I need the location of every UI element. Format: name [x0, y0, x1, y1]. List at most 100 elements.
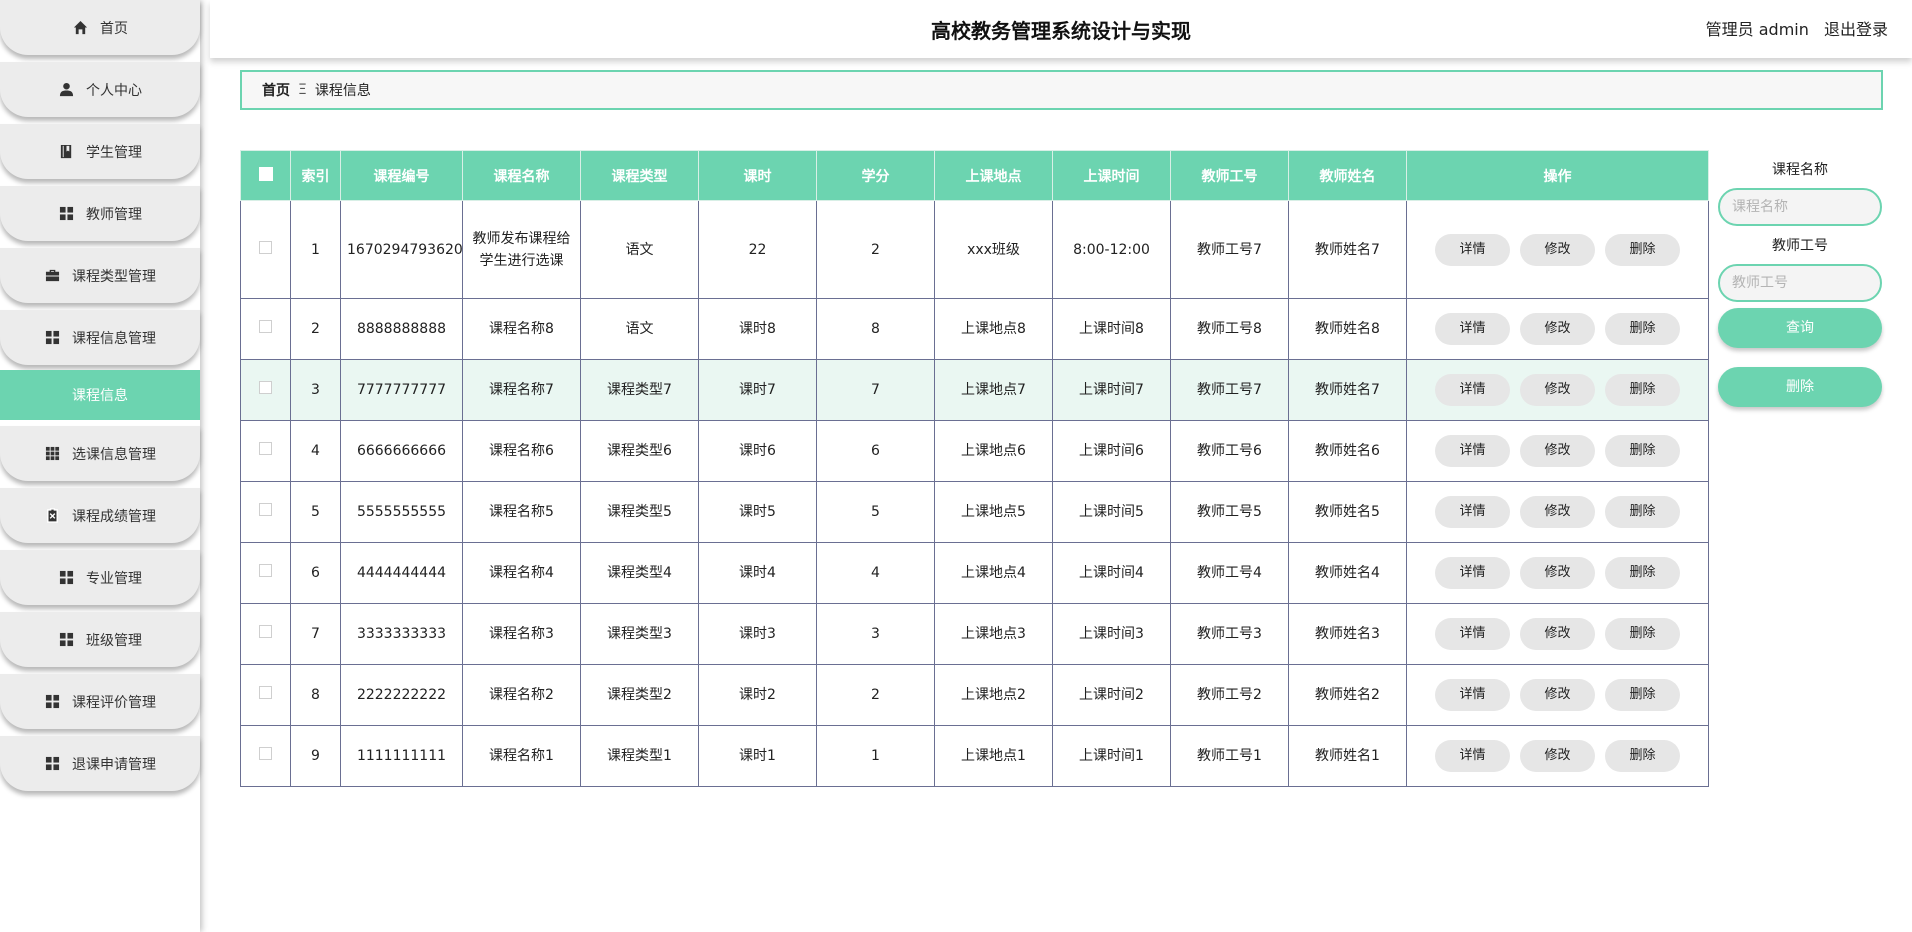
row-checkbox[interactable]: [259, 503, 272, 516]
row-select-cell[interactable]: [240, 664, 291, 726]
detail-button[interactable]: 详情: [1435, 233, 1510, 266]
sidebar-item-course-info[interactable]: 课程信息管理: [0, 310, 200, 365]
table-row[interactable]: 7 3333333333 课程名称3 课程类型3 课时3 3 上课地点3 上课时间3 教师工号3…: [240, 603, 1709, 665]
detail-button[interactable]: 详情: [1435, 557, 1510, 589]
course-type-cell: 课程类型3: [580, 603, 699, 665]
credits-cell: 2: [816, 200, 935, 299]
credits-cell: 8: [816, 298, 935, 360]
detail-button[interactable]: 详情: [1435, 618, 1510, 650]
detail-button[interactable]: 详情: [1435, 435, 1510, 467]
row-select-cell[interactable]: [240, 603, 291, 665]
sidebar-item-label: 课程评价管理: [72, 694, 156, 711]
detail-button[interactable]: 详情: [1435, 679, 1510, 711]
top-header: 高校教务管理系统设计与实现 管理员 admin 退出登录: [210, 0, 1912, 58]
table-row[interactable]: 8 2222222222 课程名称2 课程类型2 课时2 2 上课地点2 上课时间2 教师工号2…: [240, 664, 1709, 726]
row-select-cell[interactable]: [240, 725, 291, 787]
sidebar-item-classes[interactable]: 班级管理: [0, 612, 200, 667]
row-select-cell[interactable]: [240, 420, 291, 482]
time-cell: 上课时间1: [1052, 725, 1171, 787]
query-button[interactable]: 查询: [1718, 308, 1882, 348]
location-cell: 上课地点1: [934, 725, 1053, 787]
course-name-cell: 课程名称3: [462, 603, 581, 665]
table-row[interactable]: 3 7777777777 课程名称7 课程类型7 课时7 7 上课地点7 上课时间7 教师工号7…: [240, 359, 1709, 421]
row-select-cell[interactable]: [240, 359, 291, 421]
grid-icon: [44, 694, 60, 710]
edit-button[interactable]: 修改: [1520, 496, 1595, 528]
row-checkbox[interactable]: [259, 240, 272, 254]
sidebar-item-home[interactable]: 首页: [0, 0, 200, 55]
sidebar-item-teachers[interactable]: 教师管理: [0, 186, 200, 241]
sidebar-item-evaluations[interactable]: 课程评价管理: [0, 674, 200, 729]
edit-button[interactable]: 修改: [1520, 313, 1595, 345]
actions-cell: 详情 修改 删除: [1406, 359, 1709, 421]
sidebar-item-profile[interactable]: 个人中心: [0, 62, 200, 117]
sidebar-item-majors[interactable]: 专业管理: [0, 550, 200, 605]
table-row[interactable]: 9 1111111111 课程名称1 课程类型1 课时1 1 上课地点1 上课时间1 教师工号1…: [240, 725, 1709, 787]
row-checkbox[interactable]: [259, 564, 272, 577]
actions-cell: 详情 修改 删除: [1406, 420, 1709, 482]
course-name-input[interactable]: [1718, 188, 1882, 226]
edit-button[interactable]: 修改: [1520, 233, 1595, 266]
teacher-id-cell: 教师工号6: [1170, 420, 1289, 482]
table-header-row: 索引 课程编号 课程名称 课程类型 课时 学分 上课地点 上课时间 教师工号 教…: [240, 150, 1709, 201]
sidebar-item-withdrawals[interactable]: 退课申请管理: [0, 736, 200, 791]
table-row[interactable]: 1 1670294793620 教师发布课程给学生进行选课 语文 22 2 xxx班级 8:0…: [240, 200, 1709, 299]
sidebar-item-course-types[interactable]: 课程类型管理: [0, 248, 200, 303]
delete-button[interactable]: 删除: [1605, 557, 1680, 589]
detail-button[interactable]: 详情: [1435, 740, 1510, 772]
delete-button[interactable]: 删除: [1605, 496, 1680, 528]
course-id-cell: 8888888888: [340, 298, 463, 360]
course-id-cell: 1111111111: [340, 725, 463, 787]
batch-delete-button[interactable]: 删除: [1718, 367, 1882, 407]
delete-button[interactable]: 删除: [1605, 374, 1680, 406]
detail-button[interactable]: 详情: [1435, 313, 1510, 345]
edit-button[interactable]: 修改: [1520, 740, 1595, 772]
row-select-cell[interactable]: [240, 481, 291, 543]
table-row[interactable]: 6 4444444444 课程名称4 课程类型4 课时4 4 上课地点4 上课时间4 教师工号4…: [240, 542, 1709, 604]
delete-button[interactable]: 删除: [1605, 618, 1680, 650]
row-checkbox[interactable]: [259, 747, 272, 760]
select-all-checkbox[interactable]: [258, 166, 273, 181]
row-checkbox[interactable]: [259, 686, 272, 699]
hours-cell: 课时6: [698, 420, 817, 482]
sidebar-item-students[interactable]: 学生管理: [0, 124, 200, 179]
detail-button[interactable]: 详情: [1435, 496, 1510, 528]
location-cell: 上课地点5: [934, 481, 1053, 543]
delete-button[interactable]: 删除: [1605, 679, 1680, 711]
row-checkbox[interactable]: [259, 625, 272, 638]
delete-button[interactable]: 删除: [1605, 435, 1680, 467]
edit-button[interactable]: 修改: [1520, 557, 1595, 589]
course-name-cell: 课程名称1: [462, 725, 581, 787]
teacher-id-label: 教师工号: [1772, 238, 1828, 254]
breadcrumb-home[interactable]: 首页: [262, 80, 290, 100]
sidebar-item-course-selection[interactable]: 选课信息管理: [0, 426, 200, 481]
delete-button[interactable]: 删除: [1605, 233, 1680, 266]
logout-link[interactable]: 退出登录: [1824, 20, 1888, 39]
row-select-cell[interactable]: [240, 200, 291, 299]
select-all-cell[interactable]: [240, 150, 291, 201]
credits-cell: 2: [816, 664, 935, 726]
delete-button[interactable]: 删除: [1605, 313, 1680, 345]
table-row[interactable]: 4 6666666666 课程名称6 课程类型6 课时6 6 上课地点6 上课时间6 教师工号6…: [240, 420, 1709, 482]
teacher-name-cell: 教师姓名8: [1288, 298, 1407, 360]
index-cell: 9: [290, 725, 341, 787]
course-id-cell: 2222222222: [340, 664, 463, 726]
row-checkbox[interactable]: [259, 381, 272, 394]
sidebar-item-grades[interactable]: 课程成绩管理: [0, 488, 200, 543]
course-id-cell: 6666666666: [340, 420, 463, 482]
teacher-id-input[interactable]: [1718, 264, 1882, 302]
row-checkbox[interactable]: [259, 320, 272, 333]
row-select-cell[interactable]: [240, 298, 291, 360]
edit-button[interactable]: 修改: [1520, 435, 1595, 467]
sidebar-subitem-course-info[interactable]: 课程信息: [0, 370, 200, 420]
row-select-cell[interactable]: [240, 542, 291, 604]
table-row[interactable]: 5 5555555555 课程名称5 课程类型5 课时5 5 上课地点5 上课时间5 教师工号5…: [240, 481, 1709, 543]
row-checkbox[interactable]: [259, 442, 272, 455]
column-header: 课程类型: [580, 150, 699, 201]
delete-button[interactable]: 删除: [1605, 740, 1680, 772]
table-row[interactable]: 2 8888888888 课程名称8 语文 课时8 8 上课地点8 上课时间8 教师工号8 教师姓…: [240, 298, 1709, 360]
edit-button[interactable]: 修改: [1520, 679, 1595, 711]
edit-button[interactable]: 修改: [1520, 374, 1595, 406]
edit-button[interactable]: 修改: [1520, 618, 1595, 650]
detail-button[interactable]: 详情: [1435, 374, 1510, 406]
